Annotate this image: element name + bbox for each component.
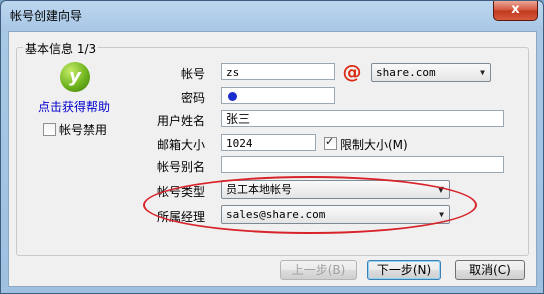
limit-size-checkbox[interactable] [324,135,337,150]
limit-size-label: 限制大小(M) [340,138,408,152]
at-sign-icon: @ [342,61,362,83]
group-title: 基本信息 1/3 [23,40,99,57]
username-label: 用户姓名 [157,114,206,128]
mailbox-size-input[interactable]: 1024 [221,134,316,151]
alias-input[interactable] [221,156,504,173]
cancel-button[interactable]: 取消(C) [455,260,525,280]
password-mask-dot [228,92,237,101]
dialog-client-area: 基本信息 1/3 y 点击获得帮助 帐号禁用 帐号 zs @ share.com… [8,31,537,287]
username-input[interactable]: 张三 [221,110,504,127]
help-icon-glyph: y [69,66,81,87]
next-button[interactable]: 下一步(N) [367,260,441,280]
title-bar[interactable]: 帐号创建向导 x [1,1,543,31]
help-link[interactable]: 点击获得帮助 [38,98,110,115]
domain-select-value: share.com [376,66,436,79]
password-input[interactable] [221,87,335,104]
help-icon[interactable]: y [60,62,90,92]
disable-account-label: 帐号禁用 [59,123,108,137]
highlight-oval [143,176,477,234]
disable-account-checkbox[interactable] [43,123,56,136]
account-input[interactable]: zs [221,63,335,80]
chevron-down-icon: ▼ [480,68,485,77]
window-title: 帐号创建向导 [10,9,83,23]
password-label: 密码 [181,91,206,105]
close-button[interactable]: x [493,1,538,21]
prev-button[interactable]: 上一步(B) [280,260,357,280]
mailbox-size-label: 邮箱大小 [157,138,206,152]
wizard-window: 帐号创建向导 x 基本信息 1/3 y 点击获得帮助 帐号禁用 帐号 zs @ … [0,0,544,294]
account-label: 帐号 [181,67,206,81]
alias-label: 帐号别名 [157,160,206,174]
domain-select[interactable]: share.com ▼ [371,63,491,82]
